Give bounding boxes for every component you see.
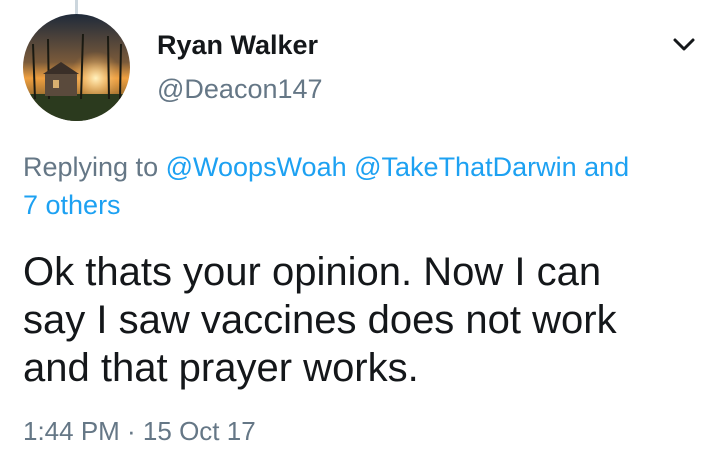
author-handle[interactable]: @Deacon147 — [157, 74, 323, 105]
others-link[interactable]: 7 others — [23, 190, 121, 220]
tweet-text: Ok thats your opinion. Now I can say I s… — [23, 248, 703, 392]
reply-prefix: Replying to — [23, 152, 159, 182]
tweet-text-line: Ok thats your opinion. Now I can — [23, 250, 602, 294]
mention-link-woopswoah[interactable]: @WoopsWoah — [166, 152, 347, 182]
tweet-timestamp[interactable]: 1:44 PM · 15 Oct 17 — [23, 416, 256, 447]
tweet-text-line: say I saw vaccines does not work — [23, 298, 617, 342]
mention-link-takethatdarwin[interactable]: @TakeThatDarwin — [354, 152, 577, 182]
avatar[interactable] — [23, 14, 130, 121]
reply-conjunction: and — [584, 152, 630, 182]
reply-context: Replying to @WoopsWoah @TakeThatDarwin a… — [23, 148, 703, 224]
author-display-name[interactable]: Ryan Walker — [157, 30, 318, 61]
chevron-down-icon[interactable] — [672, 36, 696, 54]
tweet-text-line: and that prayer works. — [23, 346, 419, 390]
thread-connector-line — [75, 0, 78, 14]
